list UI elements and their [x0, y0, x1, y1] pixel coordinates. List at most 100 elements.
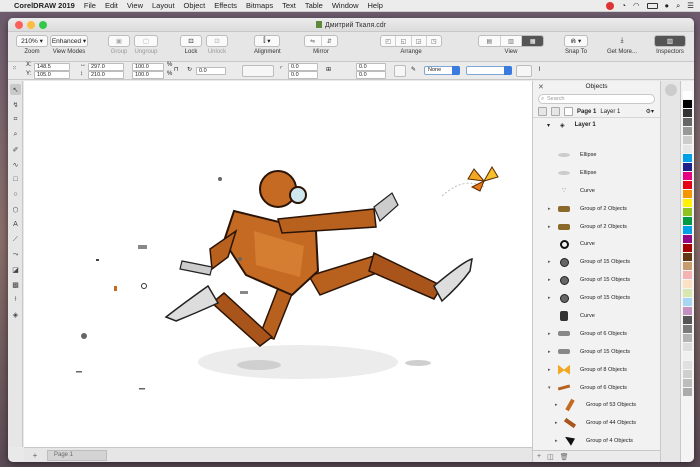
freehand-tool-icon[interactable]: ✐ [10, 144, 21, 155]
object-row[interactable]: ▸ Group of 15 Objects [533, 343, 661, 361]
zoom-tool-icon[interactable]: ⌕ [10, 129, 21, 140]
app-menu[interactable]: CorelDRAW 2019 [14, 1, 75, 10]
status-menu-icon[interactable]: ◔ [621, 1, 626, 10]
back-one-button[interactable]: ◲ [412, 36, 427, 46]
object-row[interactable]: ▸ Group of 8 Objects [533, 361, 661, 379]
artistic-media-icon[interactable]: ∿ [10, 159, 21, 170]
view-split-button[interactable]: ▥ [501, 36, 523, 46]
pick-tool-icon[interactable]: ↖ [10, 84, 21, 95]
user-icon[interactable]: ● [665, 1, 670, 10]
expand-arrow-icon[interactable]: ▸ [555, 438, 558, 444]
menu-file[interactable]: File [84, 1, 96, 10]
page-row[interactable]: Page 1 Layer 1 ⚙▾ [533, 106, 660, 118]
notification-center-icon[interactable]: ☰ [687, 1, 694, 10]
color-swatch[interactable] [683, 226, 692, 234]
expand-arrow-icon[interactable]: ▸ [548, 259, 551, 265]
object-row[interactable]: ▾ Group of 6 Objects [533, 379, 661, 397]
color-swatch[interactable] [683, 127, 692, 135]
color-swatch[interactable] [683, 118, 692, 126]
mirror-horizontal-button[interactable]: ⇋ [305, 36, 322, 46]
color-swatch[interactable] [683, 325, 692, 333]
object-row[interactable]: ▸ Group of 2 Objects [533, 200, 661, 218]
menu-help[interactable]: Help [368, 1, 383, 10]
layer-row[interactable]: ▾ ◈ Layer 1 [533, 118, 660, 132]
color-swatch[interactable] [683, 379, 692, 387]
battery-icon[interactable] [646, 2, 658, 9]
width-field[interactable]: 297.0 [88, 63, 124, 71]
height-field[interactable]: 210.0 [88, 71, 124, 79]
expand-arrow-icon[interactable]: ▸ [555, 420, 558, 426]
new-layer-icon[interactable] [551, 107, 560, 116]
color-swatch[interactable] [683, 91, 692, 99]
menu-edit[interactable]: Edit [105, 1, 118, 10]
objects-search-input[interactable]: ⌕ Search [538, 94, 655, 104]
transparency-icon[interactable]: ▩ [10, 279, 21, 290]
text-tool-icon[interactable]: A [10, 219, 21, 230]
shape-tool-icon[interactable]: ↯ [10, 99, 21, 110]
color-swatch[interactable] [683, 352, 692, 360]
origin-grid-icon[interactable]: ⁙ [12, 65, 17, 72]
expand-arrow-icon[interactable]: ▸ [548, 224, 551, 230]
color-swatch[interactable] [683, 316, 692, 324]
add-page-icon[interactable]: + [29, 451, 41, 460]
corner-radius-tl-field[interactable]: 0.0 [288, 63, 318, 71]
menu-window[interactable]: Window [332, 1, 359, 10]
spotlight-search-icon[interactable]: ⌕ [676, 1, 680, 11]
color-swatch[interactable] [683, 370, 692, 378]
polygon-tool-icon[interactable]: ⬡ [10, 204, 21, 215]
layer-manager-icon[interactable] [538, 107, 547, 116]
expand-arrow-icon[interactable]: ▸ [548, 349, 551, 355]
color-swatch[interactable] [683, 298, 692, 306]
object-row[interactable]: Ellipse [533, 164, 661, 182]
y-position-field[interactable]: 105.0 [34, 71, 70, 79]
delete-icon[interactable]: 🗑 [560, 453, 569, 461]
wrap-text-button[interactable] [516, 65, 532, 77]
color-swatch[interactable] [683, 271, 692, 279]
color-swatch[interactable] [683, 145, 692, 153]
color-swatch[interactable] [683, 190, 692, 198]
corner-radius-tr-field[interactable]: 0.0 [356, 63, 386, 71]
drop-shadow-icon[interactable]: ◪ [10, 264, 21, 275]
color-swatch[interactable] [683, 361, 692, 369]
corner-radius-br-field[interactable]: 0.0 [356, 71, 386, 79]
color-swatch[interactable] [683, 289, 692, 297]
object-row[interactable]: Curve [533, 307, 661, 325]
outline-width-select[interactable]: None [424, 66, 460, 75]
unlock-button[interactable]: ⊡ [206, 35, 228, 47]
color-swatch[interactable] [683, 244, 692, 252]
crop-tool-icon[interactable]: ⌗ [10, 114, 21, 125]
edit-corners-icon[interactable]: ⊞ [326, 66, 331, 73]
object-row[interactable]: ▸ Group of 53 Objects [533, 396, 661, 414]
lock-button[interactable]: ⊡ [180, 35, 202, 47]
to-back-button[interactable]: ◳ [427, 36, 441, 46]
expand-arrow-icon[interactable]: ▸ [548, 277, 551, 283]
menu-effects[interactable]: Effects [214, 1, 237, 10]
object-row[interactable]: ▸ Group of 44 Objects [533, 414, 661, 432]
color-swatch[interactable] [683, 163, 692, 171]
parallel-dimension-icon[interactable]: ⟋ [10, 234, 21, 245]
color-swatch[interactable] [683, 100, 692, 108]
docker-tab-icon[interactable] [664, 84, 677, 96]
lock-ratio-icon[interactable]: ⊓ [174, 66, 179, 73]
color-swatch[interactable] [683, 343, 692, 351]
color-swatch[interactable] [683, 109, 692, 117]
page-tab[interactable]: Page 1 [47, 449, 107, 461]
eyedropper-icon[interactable]: ⟊ [10, 294, 21, 305]
scale-y-field[interactable]: 100.0 [132, 71, 164, 79]
object-row[interactable]: ▸ Group of 4 Objects [533, 432, 661, 450]
color-swatch[interactable] [683, 199, 692, 207]
menu-layout[interactable]: Layout [152, 1, 175, 10]
collapse-layer-icon[interactable]: ▾ [547, 122, 550, 129]
forward-one-button[interactable]: ◱ [396, 36, 412, 46]
view-full-button[interactable]: ▦ [522, 36, 543, 46]
color-swatch[interactable] [683, 136, 692, 144]
object-row[interactable]: ▸ Group of 15 Objects [533, 253, 661, 271]
new-layer-footer-icon[interactable]: ◫ [547, 453, 554, 461]
group-button[interactable]: ▣ [108, 35, 130, 47]
object-row[interactable]: ▸ Group of 15 Objects [533, 271, 661, 289]
menu-object[interactable]: Object [184, 1, 206, 10]
to-front-button[interactable]: ◰ [381, 36, 397, 46]
color-swatch[interactable] [683, 280, 692, 288]
connector-tool-icon[interactable]: ⤳ [10, 249, 21, 260]
color-swatch[interactable] [683, 307, 692, 315]
